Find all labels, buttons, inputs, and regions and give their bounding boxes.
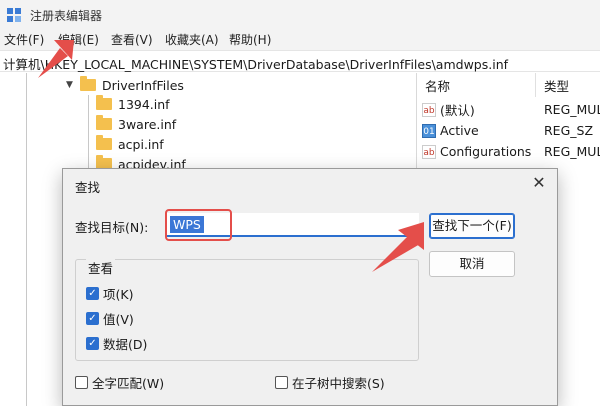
menu-favorites[interactable]: 收藏夹(A) bbox=[165, 31, 219, 48]
option-label: 值(V) bbox=[103, 312, 134, 327]
tree-guide-line bbox=[26, 73, 27, 406]
option-values[interactable]: ✓ 值(V) bbox=[86, 309, 134, 328]
value-type: REG_SZ bbox=[544, 123, 594, 138]
dialog-title: 查找 bbox=[75, 180, 101, 195]
address-path: 计算机\HKEY_LOCAL_MACHINE\SYSTEM\DriverData… bbox=[3, 57, 509, 72]
tree-item-label: DriverInfFiles bbox=[102, 77, 184, 93]
column-header-name[interactable]: 名称 bbox=[425, 73, 450, 97]
folder-icon bbox=[96, 115, 112, 130]
menu-bar: 文件(F) 编辑(E) 查看(V) 收藏夹(A) 帮助(H) bbox=[0, 28, 600, 50]
option-keys[interactable]: ✓ 项(K) bbox=[86, 284, 133, 303]
window-title: 注册表编辑器 bbox=[30, 9, 103, 23]
option-data[interactable]: ✓ 数据(D) bbox=[86, 334, 147, 353]
option-label: 数据(D) bbox=[103, 337, 148, 352]
tree-item-3ware[interactable]: 3ware.inf bbox=[96, 114, 176, 134]
match-whole-string-option[interactable]: 全字匹配(W) bbox=[75, 373, 164, 392]
regedit-app-icon bbox=[7, 8, 21, 22]
string-value-icon: ab bbox=[422, 144, 436, 159]
annotation-highlight-box bbox=[165, 209, 232, 241]
column-divider[interactable] bbox=[535, 73, 536, 97]
look-at-label: 查看 bbox=[86, 258, 116, 277]
string-value-icon: ab bbox=[422, 102, 436, 117]
search-in-subtree-option[interactable]: 在子树中搜索(S) bbox=[275, 373, 385, 392]
tree-guide-line bbox=[88, 95, 89, 175]
checkbox-unchecked-icon[interactable] bbox=[275, 376, 288, 389]
value-name: Configurations bbox=[440, 144, 532, 159]
cancel-button[interactable]: 取消 bbox=[429, 251, 515, 277]
value-row[interactable]: ab (默认) bbox=[422, 99, 475, 120]
checkbox-checked-icon[interactable]: ✓ bbox=[86, 312, 99, 325]
folder-icon bbox=[80, 76, 96, 91]
option-label: 在子树中搜索(S) bbox=[292, 376, 385, 391]
menu-view[interactable]: 查看(V) bbox=[111, 31, 153, 48]
tree-item-label: 1394.inf bbox=[118, 96, 170, 112]
find-what-label: 查找目标(N): bbox=[75, 220, 149, 235]
folder-icon bbox=[96, 135, 112, 150]
value-row[interactable]: 01 Active bbox=[422, 120, 479, 141]
value-name: (默认) bbox=[440, 103, 475, 118]
value-row[interactable]: ab Configurations bbox=[422, 141, 531, 162]
option-label: 全字匹配(W) bbox=[92, 376, 165, 391]
value-type: REG_MUL bbox=[544, 102, 600, 117]
look-at-group: 查看 ✓ 项(K) ✓ 值(V) ✓ 数据(D) bbox=[75, 258, 419, 361]
tree-item-driverinffiles[interactable]: ▼ DriverInfFiles bbox=[66, 75, 184, 95]
checkbox-checked-icon[interactable]: ✓ bbox=[86, 287, 99, 300]
column-header-type[interactable]: 类型 bbox=[544, 73, 569, 97]
menu-edit[interactable]: 编辑(E) bbox=[58, 31, 99, 48]
find-next-button[interactable]: 查找下一个(F) bbox=[429, 213, 515, 239]
title-bar: 注册表编辑器 bbox=[0, 0, 600, 28]
tree-item-label: acpi.inf bbox=[118, 136, 164, 152]
tree-item-label: 3ware.inf bbox=[118, 116, 177, 132]
chevron-down-icon[interactable]: ▼ bbox=[66, 80, 76, 90]
binary-value-icon: 01 bbox=[422, 123, 436, 138]
close-icon[interactable]: ✕ bbox=[529, 173, 549, 193]
menu-file[interactable]: 文件(F) bbox=[4, 31, 44, 48]
folder-icon bbox=[96, 95, 112, 110]
option-label: 项(K) bbox=[103, 287, 134, 302]
address-bar[interactable]: 计算机\HKEY_LOCAL_MACHINE\SYSTEM\DriverData… bbox=[0, 50, 600, 72]
find-dialog: 查找 ✕ 查找目标(N): WPS 查找下一个(F) 取消 查看 ✓ 项(K) … bbox=[62, 168, 558, 406]
menu-help[interactable]: 帮助(H) bbox=[229, 31, 271, 48]
tree-item-acpi[interactable]: acpi.inf bbox=[96, 134, 164, 154]
value-name: Active bbox=[440, 123, 479, 138]
checkbox-unchecked-icon[interactable] bbox=[75, 376, 88, 389]
value-type: REG_MUL bbox=[544, 144, 600, 159]
checkbox-checked-icon[interactable]: ✓ bbox=[86, 337, 99, 350]
tree-item-1394[interactable]: 1394.inf bbox=[96, 94, 170, 114]
